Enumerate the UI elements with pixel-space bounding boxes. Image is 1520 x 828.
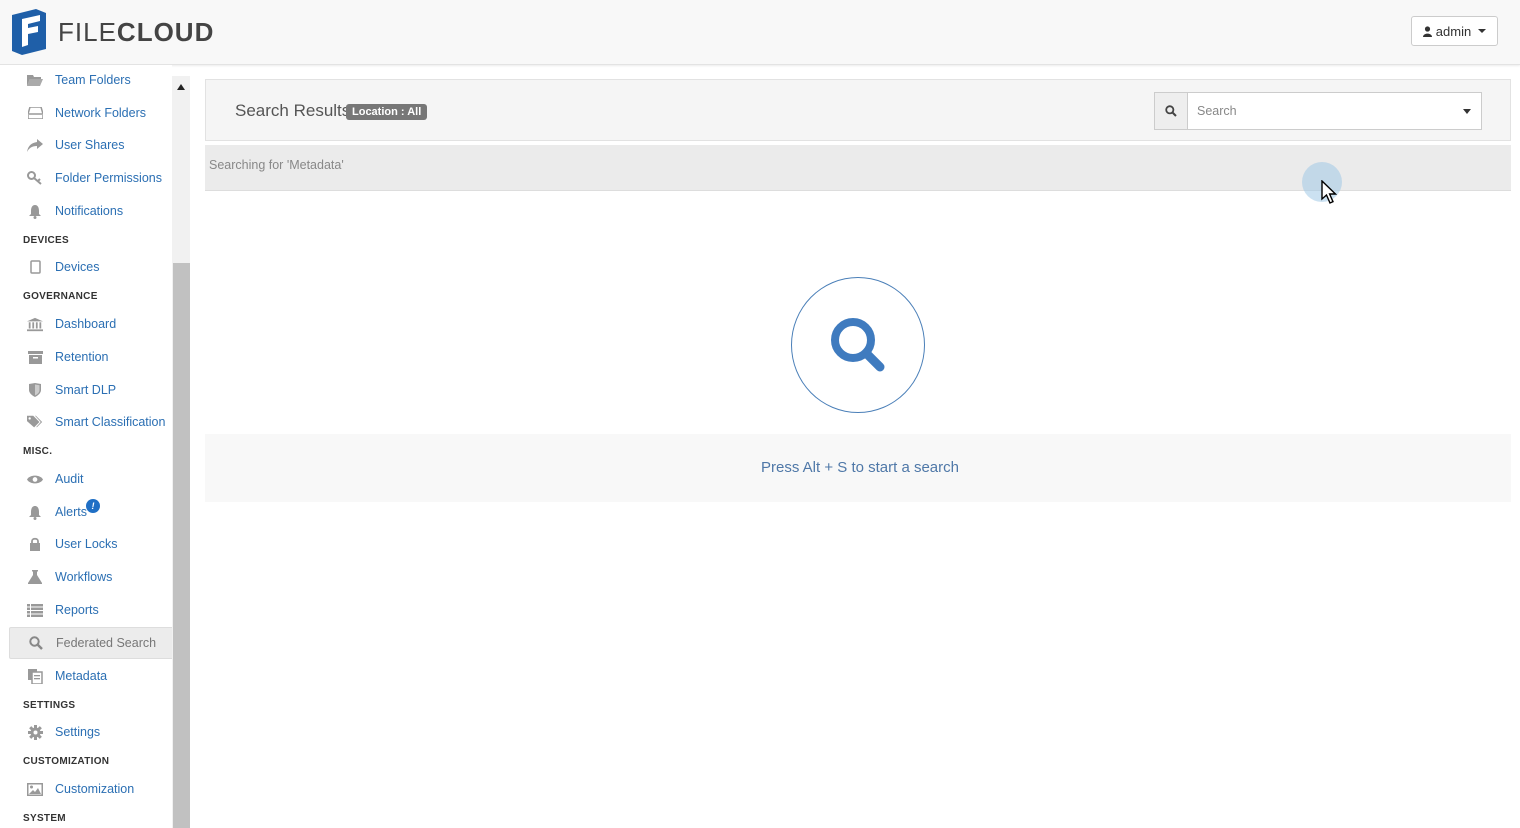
sidebar-item-reports[interactable]: Reports xyxy=(0,594,172,626)
share-icon xyxy=(27,137,43,153)
scroll-up-arrow-icon[interactable] xyxy=(177,84,185,90)
filecloud-logo[interactable]: FILECLOUD xyxy=(12,9,214,55)
sidebar-item-user-shares[interactable]: User Shares xyxy=(0,129,172,161)
sidebar-item-dashboard[interactable]: Dashboard xyxy=(0,308,172,340)
sidebar-item-label: Customization xyxy=(55,782,135,796)
sidebar-item-label: Alerts xyxy=(55,505,87,519)
sidebar-item-label: Team Folders xyxy=(55,73,131,87)
tags-icon xyxy=(27,414,43,430)
sidebar-item-audit[interactable]: Audit xyxy=(0,463,172,495)
search-placeholder-circle xyxy=(791,277,925,413)
sidebar-item-label: Federated Search xyxy=(56,636,157,650)
section-heading-settings: SETTINGS xyxy=(23,700,76,711)
sidebar-item-smart-dlp[interactable]: Smart DLP xyxy=(0,374,172,406)
sidebar-item-network-folders[interactable]: Network Folders xyxy=(0,97,172,129)
archive-icon xyxy=(27,349,43,365)
section-heading-customization: CUSTOMIZATION xyxy=(23,756,110,767)
sidebar-item-label: Reports xyxy=(55,603,99,617)
sidebar-item-retention[interactable]: Retention xyxy=(0,341,172,373)
user-menu-button[interactable]: admin xyxy=(1411,16,1498,46)
search-results-panel-header: Search Results Location : All xyxy=(205,79,1511,141)
sidebar-item-alerts[interactable]: Alerts ! xyxy=(0,496,172,528)
alert-badge: ! xyxy=(86,499,100,513)
search-box xyxy=(1154,92,1482,130)
search-hint-bar: Press Alt + S to start a search xyxy=(205,434,1511,502)
sidebar-item-label: Dashboard xyxy=(55,317,117,331)
section-heading-misc: MISC. xyxy=(23,446,53,457)
search-icon xyxy=(831,318,885,372)
search-input[interactable] xyxy=(1188,93,1457,129)
sidebar-item-label: Settings xyxy=(55,725,101,739)
sidebar-item-label: Smart DLP xyxy=(55,383,117,397)
sidebar-item-folder-permissions[interactable]: Folder Permissions xyxy=(0,162,172,194)
sidebar-item-label: Audit xyxy=(55,472,84,486)
page-title: Search Results xyxy=(235,101,351,120)
sidebar-item-metadata[interactable]: Metadata xyxy=(0,660,172,692)
sidebar-item-label: Network Folders xyxy=(55,106,146,120)
top-header: FILECLOUD admin xyxy=(0,0,1520,65)
search-addon[interactable] xyxy=(1155,93,1188,129)
location-badge: Location : All xyxy=(346,104,428,120)
sidebar-item-federated-search[interactable]: Federated Search xyxy=(9,627,172,659)
section-heading-system: SYSTEM xyxy=(23,813,66,824)
chevron-down-icon xyxy=(1478,29,1487,33)
gear-icon xyxy=(27,724,43,740)
sidebar-item-label: User Locks xyxy=(55,537,118,551)
lock-icon xyxy=(27,536,43,552)
sidebar-item-label: Retention xyxy=(55,350,109,364)
user-icon xyxy=(1422,25,1432,37)
shield-icon xyxy=(27,382,43,398)
sidebar-item-settings[interactable]: Settings xyxy=(0,716,172,748)
sidebar-item-label: Metadata xyxy=(55,669,108,683)
bell-icon xyxy=(27,203,43,219)
sidebar-item-label: Folder Permissions xyxy=(55,171,162,185)
sidebar-item-team-folders[interactable]: Team Folders xyxy=(0,65,172,96)
eye-icon xyxy=(27,471,43,487)
image-icon xyxy=(27,781,43,797)
bank-icon xyxy=(27,316,43,332)
search-icon xyxy=(1165,105,1177,117)
sidebar-item-label: Smart Classification xyxy=(55,415,166,429)
hdd-icon xyxy=(27,105,43,121)
list-icon xyxy=(27,602,43,618)
chevron-down-icon[interactable] xyxy=(1463,109,1471,114)
flask-icon xyxy=(27,569,43,585)
section-heading-governance: GOVERNANCE xyxy=(23,291,98,302)
search-hint-text: Press Alt + S to start a search xyxy=(760,459,959,476)
sidebar-item-label: Notifications xyxy=(55,204,124,218)
searching-status-text: Searching for 'Metadata' xyxy=(209,158,344,172)
sidebar-item-label: Workflows xyxy=(55,570,113,584)
sidebar: Team Folders Network Folders User Shares… xyxy=(0,65,172,828)
sidebar-item-label: Devices xyxy=(55,260,100,274)
search-icon xyxy=(28,635,44,651)
logo-text: FILECLOUD xyxy=(58,16,215,47)
sidebar-item-customization[interactable]: Customization xyxy=(0,773,172,805)
mouse-cursor-icon xyxy=(1321,180,1338,204)
key-icon xyxy=(27,170,43,186)
sidebar-item-label: User Shares xyxy=(55,138,125,152)
sidebar-item-notifications[interactable]: Notifications xyxy=(0,195,172,227)
sidebar-item-smart-classification[interactable]: Smart Classification xyxy=(0,406,172,438)
sidebar-item-devices[interactable]: Devices xyxy=(0,251,172,283)
bell-icon xyxy=(27,504,43,520)
files-icon xyxy=(27,668,43,684)
sidebar-item-workflows[interactable]: Workflows xyxy=(0,561,172,593)
folder-open-icon xyxy=(27,72,43,88)
sidebar-scrollbar-thumb[interactable] xyxy=(173,263,190,828)
tablet-icon xyxy=(27,259,43,275)
user-menu-label: admin xyxy=(1435,23,1472,39)
filecloud-logo-icon xyxy=(12,9,46,55)
section-heading-devices: DEVICES xyxy=(23,235,70,246)
sidebar-item-user-locks[interactable]: User Locks xyxy=(0,528,172,560)
